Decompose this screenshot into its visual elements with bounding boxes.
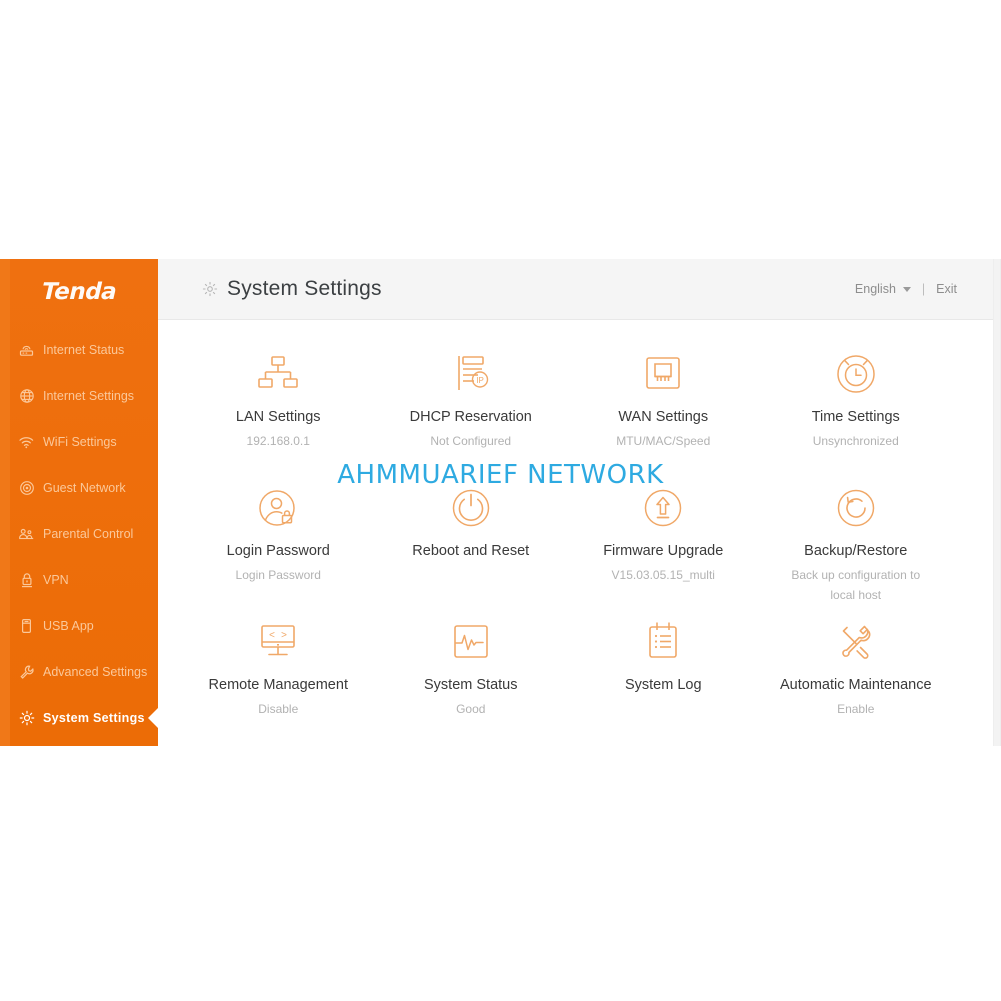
- wifi-icon: [18, 434, 35, 450]
- router-admin-window: Tenda Internet Status Internet Settings …: [0, 259, 1001, 746]
- svg-text:< >: < >: [269, 631, 287, 642]
- content-area: System Settings English | Exit LAN Setti…: [158, 259, 993, 746]
- tile-label: Remote Management: [208, 677, 348, 693]
- sidebar-item-label: Internet Settings: [43, 389, 135, 403]
- tile-sublabel: Disable: [258, 702, 299, 717]
- tile-label: DHCP Reservation: [409, 409, 532, 425]
- chevron-down-icon: [902, 286, 911, 292]
- tile-automatic-maintenance[interactable]: Automatic Maintenance Enable: [760, 616, 953, 750]
- globe-icon: [18, 388, 35, 404]
- sidebar-nav: Internet Status Internet Settings WiFi S…: [0, 327, 159, 741]
- tile-label: Automatic Maintenance: [779, 677, 932, 693]
- sidebar-item-advanced-settings[interactable]: Advanced Settings: [0, 649, 158, 695]
- vpn-lock-icon: [18, 572, 35, 588]
- settings-tile-grid: LAN Settings 192.168.0.1 IP DHCP Reserva…: [182, 320, 952, 750]
- alarm-clock-icon: [834, 348, 878, 400]
- language-selector-label: English: [854, 282, 896, 296]
- page-title: System Settings: [227, 277, 382, 300]
- sidebar-item-wifi-settings[interactable]: WiFi Settings: [0, 419, 158, 465]
- tile-label: Backup/Restore: [804, 543, 908, 559]
- exit-button[interactable]: Exit: [936, 282, 957, 296]
- gear-icon: [202, 281, 218, 297]
- screenshot-root: Tenda Internet Status Internet Settings …: [0, 0, 1001, 1001]
- brand-logo: Tenda: [0, 259, 158, 321]
- tile-firmware-upgrade[interactable]: Firmware Upgrade V15.03.05.15_multi: [567, 482, 760, 616]
- tile-sublabel: Login Password: [235, 568, 321, 583]
- tile-reboot-and-reset[interactable]: Reboot and Reset: [375, 482, 568, 616]
- page-header: System Settings English | Exit: [158, 259, 993, 320]
- sidebar-item-label: USB App: [43, 619, 94, 633]
- tile-sublabel: V15.03.05.15_multi: [611, 568, 715, 583]
- tile-login-password[interactable]: Login Password Login Password: [182, 482, 375, 616]
- wrench-icon: [18, 664, 35, 680]
- header-actions: English | Exit: [855, 282, 957, 296]
- sidebar-item-label: WiFi Settings: [43, 435, 117, 449]
- tile-label: LAN Settings: [235, 409, 321, 425]
- power-icon: [449, 482, 493, 534]
- ethernet-port-icon: [641, 348, 685, 400]
- tile-remote-management[interactable]: < > Remote Management Disable: [182, 616, 375, 750]
- sidebar: Tenda Internet Status Internet Settings …: [0, 259, 159, 746]
- tile-label: Reboot and Reset: [412, 543, 530, 559]
- language-selector[interactable]: English: [855, 282, 911, 296]
- sidebar-item-label: Internet Status: [43, 343, 125, 357]
- tile-label: System Log: [624, 677, 702, 693]
- tile-dhcp-reservation[interactable]: IP DHCP Reservation Not Configured: [375, 348, 568, 482]
- tile-sublabel: Good: [456, 702, 486, 717]
- tile-lan-settings[interactable]: LAN Settings 192.168.0.1: [182, 348, 375, 482]
- sidebar-item-internet-settings[interactable]: Internet Settings: [0, 373, 158, 419]
- usb-icon: [18, 618, 35, 634]
- gear-icon: [18, 710, 35, 726]
- tile-sublabel: MTU/MAC/Speed: [616, 434, 711, 449]
- sidebar-item-guest-network[interactable]: Guest Network: [0, 465, 158, 511]
- sidebar-item-label: VPN: [43, 573, 69, 587]
- page-title-group: System Settings: [202, 277, 382, 301]
- sidebar-item-internet-status[interactable]: Internet Status: [0, 327, 158, 373]
- tile-system-status[interactable]: System Status Good: [375, 616, 568, 750]
- user-lock-icon: [256, 482, 300, 534]
- tile-label: Time Settings: [811, 409, 900, 425]
- tile-sublabel: 192.168.0.1: [246, 434, 310, 449]
- clipboard-list-icon: [643, 616, 683, 668]
- sidebar-item-label: System Settings: [43, 711, 145, 725]
- brand-logo-text: Tenda: [41, 279, 117, 305]
- upload-arrow-icon: [641, 482, 685, 534]
- sidebar-item-label: Parental Control: [43, 527, 134, 541]
- sidebar-item-vpn[interactable]: VPN: [0, 557, 158, 603]
- sidebar-item-usb-app[interactable]: USB App: [0, 603, 158, 649]
- tile-sublabel: Enable: [837, 702, 875, 717]
- lan-topology-icon: [255, 348, 301, 400]
- tile-label: WAN Settings: [618, 409, 709, 425]
- restore-circle-icon: [834, 482, 878, 534]
- tile-system-log[interactable]: System Log: [567, 616, 760, 750]
- vertical-scrollbar[interactable]: [993, 259, 1001, 746]
- tile-sublabel: Not Configured: [430, 434, 512, 449]
- sidebar-item-label: Advanced Settings: [43, 665, 148, 679]
- tile-label: Firmware Upgrade: [603, 543, 724, 559]
- svg-text:IP: IP: [476, 376, 484, 385]
- tile-sublabel: Back up configuration to local host: [791, 568, 921, 602]
- tools-icon: [834, 616, 878, 668]
- header-divider: |: [921, 282, 926, 296]
- tile-backup-restore[interactable]: Backup/Restore Back up configuration to …: [760, 482, 953, 616]
- sidebar-item-label: Guest Network: [43, 481, 126, 495]
- tile-wan-settings[interactable]: WAN Settings MTU/MAC/Speed: [567, 348, 760, 482]
- tile-sublabel: Unsynchronized: [812, 434, 899, 449]
- router-icon: [18, 342, 35, 358]
- sidebar-item-system-settings[interactable]: System Settings: [0, 695, 159, 741]
- scrollbar-track[interactable]: [994, 259, 1000, 746]
- tile-label: Login Password: [226, 543, 330, 559]
- sidebar-item-parental-control[interactable]: Parental Control: [0, 511, 158, 557]
- guest-network-icon: [18, 480, 35, 496]
- parental-control-icon: [18, 526, 35, 542]
- tile-label: System Status: [424, 677, 518, 693]
- tile-time-settings[interactable]: Time Settings Unsynchronized: [760, 348, 953, 482]
- dhcp-ip-list-icon: IP: [448, 348, 494, 400]
- heartbeat-icon: [450, 616, 492, 668]
- monitor-code-icon: < >: [256, 616, 300, 668]
